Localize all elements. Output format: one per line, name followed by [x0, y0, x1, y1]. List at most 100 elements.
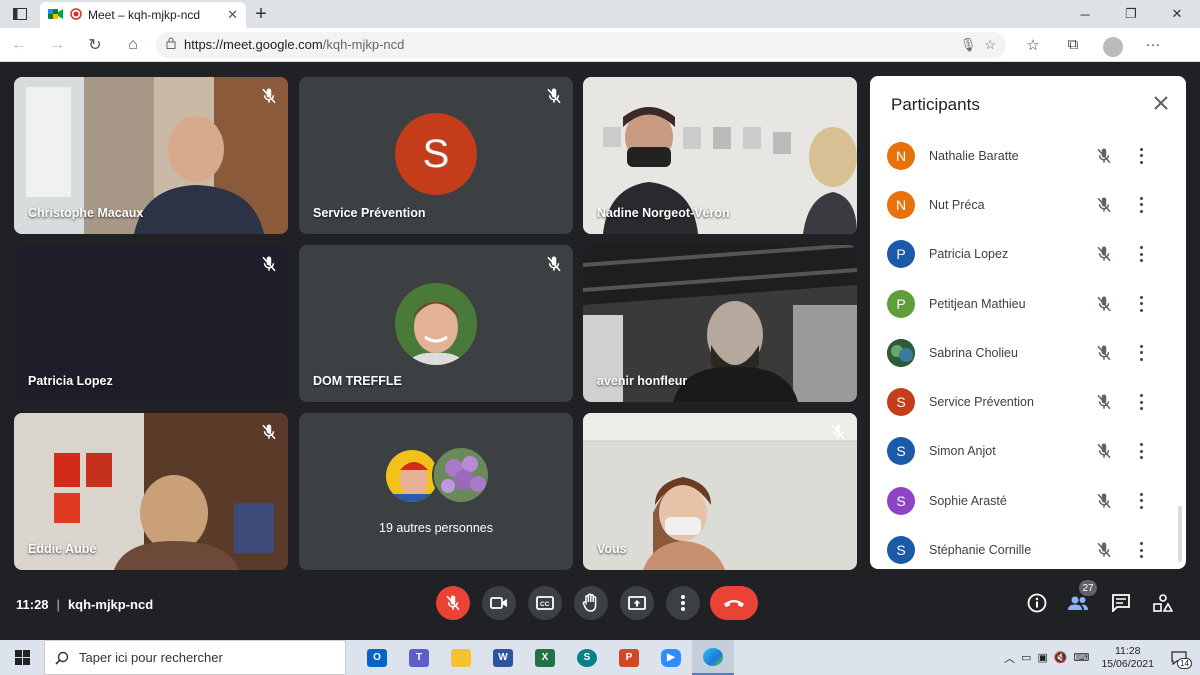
close-icon[interactable]	[1152, 94, 1170, 112]
more-vert-icon[interactable]	[1139, 246, 1143, 263]
search-icon	[55, 651, 69, 665]
teams-app[interactable]: T	[398, 640, 440, 675]
present-screen-button[interactable]	[620, 586, 654, 620]
raise-hand-button[interactable]	[574, 586, 608, 620]
address-bar-row: ← → ↻ ⌂ https://meet.google.com/kqh-mjkp…	[0, 28, 1200, 62]
hangup-icon	[724, 600, 744, 607]
video-tile[interactable]: DOM TREFFLE	[299, 245, 573, 402]
sharepoint-app[interactable]: S	[566, 640, 608, 675]
more-options-button[interactable]	[666, 586, 700, 620]
more-vert-icon[interactable]	[1139, 394, 1143, 411]
excel-app[interactable]: X	[524, 640, 566, 675]
close-window-icon[interactable]: ✕	[1154, 0, 1200, 28]
new-tab-button[interactable]: +	[246, 0, 276, 28]
home-button[interactable]: ⌂	[114, 28, 152, 62]
participant-avatar: P	[887, 240, 915, 269]
video-tile[interactable]: Christophe Macaux	[14, 77, 288, 234]
participant-row[interactable]: N Nut Préca	[870, 180, 1170, 229]
forward-button[interactable]: →	[38, 28, 76, 62]
muted-mic-icon	[1095, 196, 1113, 214]
more-vert-icon[interactable]	[1139, 344, 1143, 361]
reload-button[interactable]: ↻	[76, 28, 114, 62]
browser-tab[interactable]: Meet – kqh-mjkp-ncd ✕	[40, 2, 246, 28]
more-vert-icon[interactable]	[1139, 542, 1143, 559]
outlook-icon: O	[367, 648, 387, 667]
file-explorer-app[interactable]	[440, 640, 482, 675]
video-tile[interactable]: avenir honfleur	[583, 245, 857, 402]
camera-toggle-button[interactable]	[482, 586, 516, 620]
powerpoint-app[interactable]: P	[608, 640, 650, 675]
muted-mic-icon	[1095, 295, 1113, 313]
video-tile[interactable]: Eddie Aubé	[14, 413, 288, 570]
participant-row[interactable]: N Nathalie Baratte	[870, 131, 1170, 180]
more-vert-icon[interactable]	[1139, 196, 1143, 213]
microphone-toggle-button[interactable]	[436, 586, 470, 620]
notification-center-icon[interactable]: 14	[1166, 646, 1192, 670]
participant-name: Eddie Aubé	[28, 542, 97, 556]
windows-start-icon[interactable]	[0, 640, 44, 675]
participant-name: Christophe Macaux	[28, 206, 144, 220]
url-field[interactable]: https://meet.google.com/kqh-mjkp-ncd 🎙 ☆	[156, 31, 1006, 58]
close-tab-icon[interactable]: ✕	[227, 7, 238, 23]
add-favorite-icon[interactable]: ☆	[984, 37, 996, 53]
back-button[interactable]: ←	[0, 28, 38, 62]
participant-row[interactable]: S Service Prévention	[870, 377, 1170, 426]
video-tile[interactable]: Patricia Lopez	[14, 245, 288, 402]
muted-mic-icon	[1095, 393, 1113, 411]
minimize-icon[interactable]: ─	[1062, 0, 1108, 28]
word-app[interactable]: W	[482, 640, 524, 675]
meeting-details-button[interactable]	[1026, 592, 1048, 614]
participants-panel: Participants N Nathalie Baratte N Nut Préca…	[870, 76, 1186, 569]
profile-avatar[interactable]	[1096, 31, 1130, 59]
taskbar-search-box[interactable]: Taper ici pour rechercher	[44, 640, 346, 675]
more-menu-icon[interactable]: ···	[1136, 31, 1170, 59]
video-tile[interactable]: Nadine Norgeot-Véron	[583, 77, 857, 234]
meeting-controls-bar: 11:28 | kqh-mjkp-ncd CC	[0, 580, 1200, 630]
self-video-tile[interactable]: Vous	[583, 413, 857, 570]
muted-mic-icon	[1095, 492, 1113, 510]
more-vert-icon[interactable]	[1139, 443, 1143, 460]
participant-name: Sabrina Cholieu	[929, 345, 1018, 360]
chevron-up-icon[interactable]: ︿	[1004, 650, 1015, 666]
keyboard-icon[interactable]: ⌨	[1074, 651, 1090, 664]
others-count-label: 19 autres personnes	[379, 521, 493, 535]
muted-mic-icon	[547, 88, 561, 104]
participant-row[interactable]: S Stéphanie Cornille	[870, 525, 1170, 569]
participant-avatar	[887, 338, 915, 367]
browser-toolbar-right: ☆ ⧉ ···	[1016, 31, 1170, 59]
collections-icon[interactable]: ⧉	[1056, 31, 1090, 59]
notification-count: 14	[1177, 657, 1192, 669]
more-vert-icon[interactable]	[1139, 147, 1143, 164]
others-tile[interactable]: 19 autres personnes	[299, 413, 573, 570]
info-icon	[1027, 593, 1047, 613]
scrollbar[interactable]	[1178, 506, 1182, 562]
participant-row[interactable]: S Sophie Arasté	[870, 476, 1170, 525]
leave-call-button[interactable]	[710, 586, 758, 620]
participant-row[interactable]: S Simon Anjot	[870, 427, 1170, 476]
battery-icon[interactable]: ▭	[1021, 651, 1031, 664]
participant-row[interactable]: Sabrina Cholieu	[870, 328, 1170, 377]
favorites-icon[interactable]: ☆	[1016, 31, 1050, 59]
zoom-app[interactable]: ▶	[650, 640, 692, 675]
participant-row[interactable]: P Patricia Lopez	[870, 230, 1170, 279]
microphone-icon[interactable]: 🎙	[960, 37, 977, 53]
participant-row[interactable]: P Petitjean Mathieu	[870, 279, 1170, 328]
tab-actions-icon[interactable]	[0, 0, 40, 28]
more-vert-icon[interactable]	[1139, 492, 1143, 509]
taskbar-clock[interactable]: 11:28 15/06/2021	[1101, 645, 1154, 671]
outlook-app[interactable]: O	[356, 640, 398, 675]
activities-button[interactable]	[1152, 592, 1174, 614]
volume-muted-icon[interactable]: 🔇	[1054, 651, 1068, 664]
edge-icon	[703, 647, 723, 666]
participant-avatar: P	[887, 289, 915, 318]
teams-icon: T	[409, 648, 429, 667]
more-vert-icon[interactable]	[1139, 295, 1143, 312]
captions-button[interactable]: CC	[528, 586, 562, 620]
muted-mic-icon	[1095, 442, 1113, 460]
chat-button[interactable]	[1110, 592, 1132, 614]
edge-app[interactable]	[692, 640, 734, 675]
network-icon[interactable]: ▣	[1037, 651, 1047, 664]
restore-icon[interactable]: ❐	[1108, 0, 1154, 28]
windows-taskbar: Taper ici pour rechercher O T W X S P ▶ …	[0, 640, 1200, 675]
video-tile[interactable]: S Service Prévention	[299, 77, 573, 234]
